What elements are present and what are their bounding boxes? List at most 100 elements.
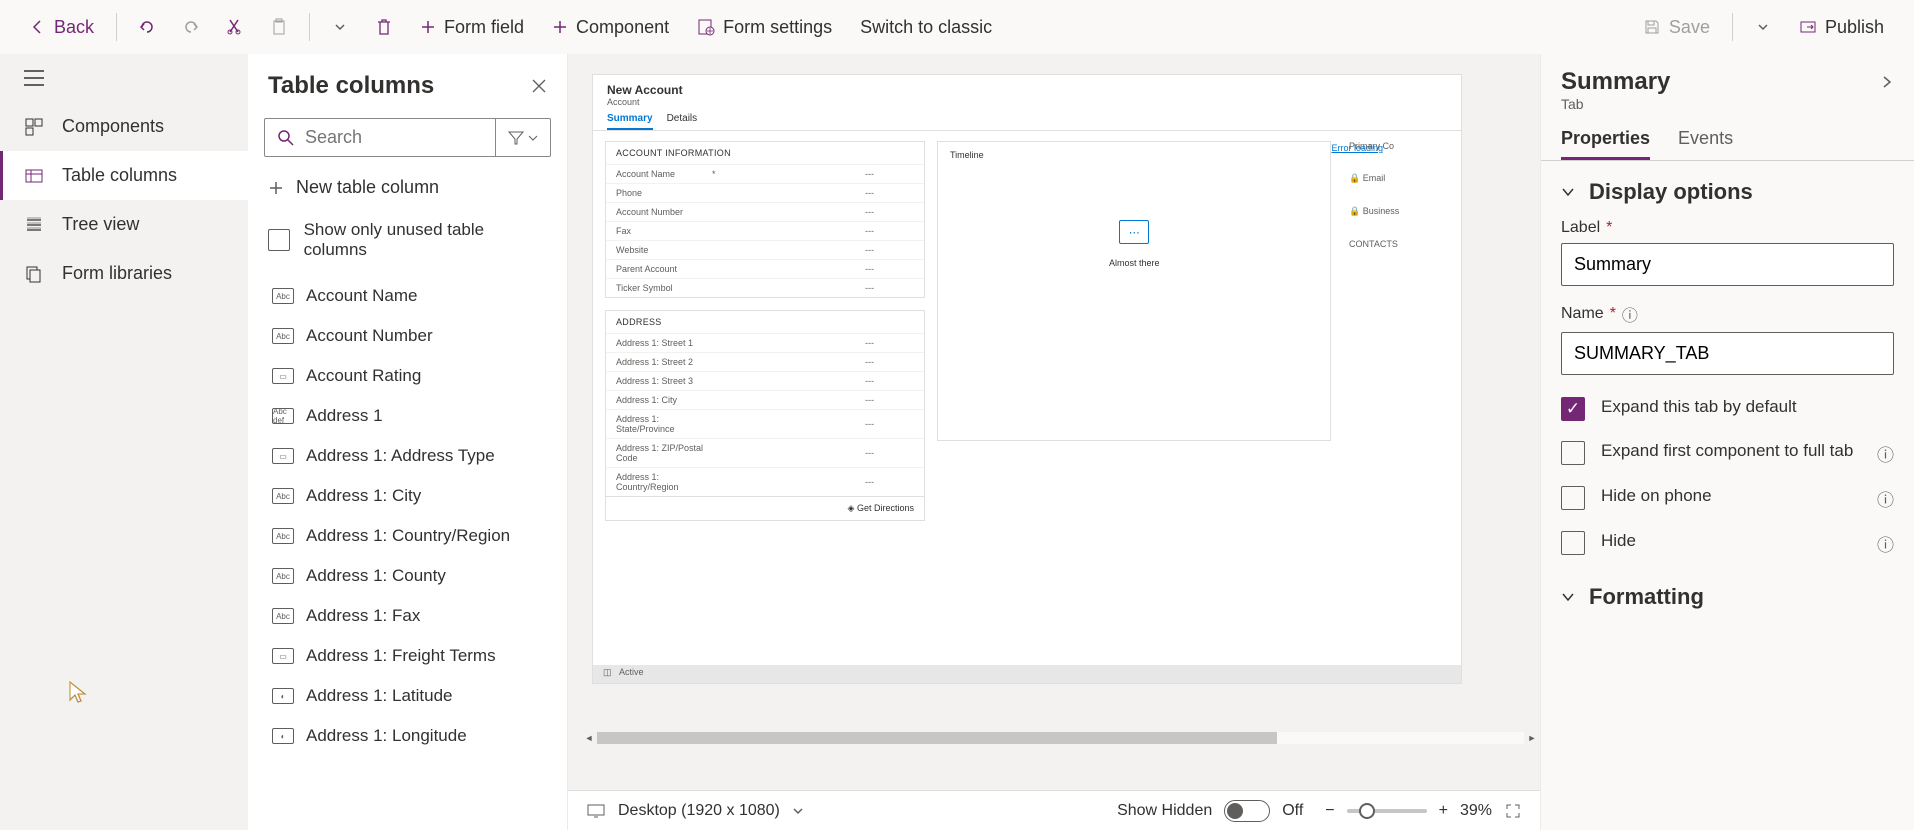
tab-properties[interactable]: Properties — [1561, 128, 1650, 160]
hide-checkbox[interactable]: Hide ⓘ — [1541, 521, 1914, 566]
device-dropdown[interactable] — [792, 805, 804, 817]
column-item-label: Account Rating — [306, 366, 421, 386]
form-field[interactable]: Website--- — [606, 240, 924, 259]
hamburger-button[interactable] — [0, 54, 248, 102]
new-column-button[interactable]: New table column — [248, 165, 567, 210]
field-label: Address 1: Street 3 — [616, 376, 706, 386]
formatting-header[interactable]: Formatting — [1541, 566, 1914, 620]
expand-first-checkbox[interactable]: Expand first component to full tab ⓘ — [1541, 431, 1914, 476]
form-field[interactable]: Address 1: Street 1--- — [606, 333, 924, 352]
device-icon — [586, 803, 606, 819]
form-field[interactable]: Address 1: Country/Region --- — [606, 467, 924, 496]
field-label: Address 1: Country/Region — [616, 472, 706, 492]
column-item[interactable]: AbcAddress 1: County — [268, 556, 559, 596]
get-directions-button[interactable]: ◈ Get Directions — [605, 497, 925, 521]
save-dropdown[interactable] — [1745, 9, 1781, 45]
form-field[interactable]: Address 1: ZIP/Postal Code--- — [606, 438, 924, 467]
colpanel-title: Table columns — [268, 72, 434, 100]
back-button[interactable]: Back — [20, 11, 104, 44]
timeline-section[interactable]: Timeline ⋯ Almost there — [937, 141, 1331, 441]
tab-events[interactable]: Events — [1678, 128, 1733, 160]
component-button[interactable]: Component — [542, 11, 679, 44]
column-item-label: Address 1: Country/Region — [306, 526, 510, 546]
form-field[interactable]: Address 1: City--- — [606, 390, 924, 409]
show-hidden-toggle[interactable] — [1224, 800, 1270, 822]
publish-button[interactable]: Publish — [1789, 11, 1894, 44]
redo-button[interactable] — [173, 9, 209, 45]
column-item[interactable]: ◐Address 1: Longitude — [268, 716, 559, 756]
column-item[interactable]: AbcAddress 1: Country/Region — [268, 516, 559, 556]
components-icon — [24, 117, 44, 137]
column-item[interactable]: Abc defAddress 1 — [268, 396, 559, 436]
form-field[interactable]: Phone--- — [606, 183, 924, 202]
delete-button[interactable] — [366, 9, 402, 45]
form-settings-button[interactable]: Form settings — [687, 11, 842, 44]
column-item[interactable]: ▭Address 1: Address Type — [268, 436, 559, 476]
filter-button[interactable] — [495, 119, 550, 156]
paste-button[interactable] — [261, 9, 297, 45]
field-value: --- — [865, 419, 874, 429]
expand-panel-button[interactable] — [1880, 75, 1894, 89]
label-input[interactable] — [1561, 243, 1894, 286]
form-field[interactable]: Ticker Symbol--- — [606, 278, 924, 297]
field-value: --- — [865, 477, 874, 487]
expand-first-label: Expand first component to full tab — [1601, 441, 1861, 461]
name-input[interactable] — [1561, 332, 1894, 375]
close-panel-button[interactable] — [531, 78, 547, 94]
zoom-in-button[interactable]: + — [1439, 802, 1448, 820]
form-field[interactable]: Address 1: State/Province--- — [606, 409, 924, 438]
form-field[interactable]: Account Number--- — [606, 202, 924, 221]
save-label: Save — [1669, 17, 1710, 38]
field-label: Parent Account — [616, 264, 706, 274]
unused-only-checkbox[interactable]: Show only unused table columns — [248, 210, 567, 270]
cut-button[interactable] — [217, 9, 253, 45]
field-value: --- — [865, 376, 874, 386]
zoom-out-button[interactable]: − — [1325, 802, 1334, 820]
switch-classic-button[interactable]: Switch to classic — [850, 11, 1002, 44]
form-field[interactable]: Account Name*--- — [606, 164, 924, 183]
info-icon[interactable]: ⓘ — [1877, 531, 1894, 556]
undo-button[interactable] — [129, 9, 165, 45]
column-item[interactable]: ◐Address 1: Latitude — [268, 676, 559, 716]
info-icon[interactable]: ⓘ — [1877, 486, 1894, 511]
column-item[interactable]: AbcAddress 1: Fax — [268, 596, 559, 636]
form-tab-details[interactable]: Details — [667, 113, 698, 130]
fit-button[interactable] — [1504, 802, 1522, 820]
form-field[interactable]: Parent Account--- — [606, 259, 924, 278]
nav-tree-view[interactable]: Tree view — [0, 200, 248, 249]
nav-components[interactable]: Components — [0, 102, 248, 151]
expand-default-checkbox[interactable]: ✓ Expand this tab by default — [1541, 387, 1914, 431]
hide-phone-checkbox[interactable]: Hide on phone ⓘ — [1541, 476, 1914, 521]
column-item[interactable]: ▭Address 1: Freight Terms — [268, 636, 559, 676]
save-button[interactable]: Save — [1633, 11, 1720, 44]
section-head: ACCOUNT INFORMATION — [606, 142, 924, 164]
display-options-header[interactable]: Display options — [1541, 161, 1914, 215]
nav-table-columns[interactable]: Table columns — [0, 151, 248, 200]
form-field[interactable]: Address 1: Street 2--- — [606, 352, 924, 371]
column-type-icon: ◐ — [272, 728, 294, 744]
column-item[interactable]: ▭Account Rating — [268, 356, 559, 396]
nav-form-libraries[interactable]: Form libraries — [0, 249, 248, 298]
form-libraries-icon — [24, 264, 44, 284]
form-field[interactable]: Address 1: Street 3 --- — [606, 371, 924, 390]
paste-dropdown[interactable] — [322, 9, 358, 45]
form-field-button[interactable]: Form field — [410, 11, 534, 44]
form-canvas[interactable]: New Account Account Summary Details ACCO… — [592, 74, 1462, 684]
form-tab-summary[interactable]: Summary — [607, 113, 653, 130]
horizontal-scrollbar[interactable]: ◄ ► — [581, 730, 1540, 746]
info-icon[interactable]: ⓘ — [1877, 441, 1894, 466]
plus-icon — [552, 19, 568, 35]
form-status-bar: ◫ Active — [593, 665, 1461, 683]
info-icon[interactable]: ⓘ — [1622, 302, 1638, 326]
column-item[interactable]: AbcAddress 1: City — [268, 476, 559, 516]
field-label: Address 1: ZIP/Postal Code — [616, 443, 706, 463]
search-input[interactable] — [305, 127, 483, 148]
field-label: Website — [616, 245, 706, 255]
column-item[interactable]: AbcAccount Name — [268, 276, 559, 316]
form-field[interactable]: Fax--- — [606, 221, 924, 240]
column-item[interactable]: AbcAccount Number — [268, 316, 559, 356]
scroll-right-button[interactable]: ► — [1524, 730, 1540, 746]
zoom-slider[interactable] — [1347, 809, 1427, 813]
scroll-left-button[interactable]: ◄ — [581, 730, 597, 746]
field-value: --- — [865, 169, 874, 179]
